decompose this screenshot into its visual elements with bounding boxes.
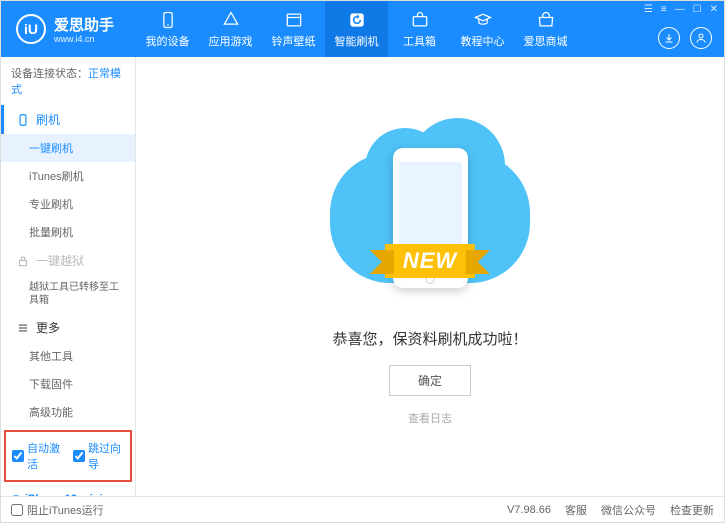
nav-tutorials[interactable]: 教程中心: [451, 1, 514, 57]
app-url: www.i4.cn: [54, 34, 114, 44]
connection-status: 设备连接状态：正常模式: [1, 57, 135, 105]
sidebar-item-other[interactable]: 其他工具: [1, 342, 135, 370]
nav-label: 智能刷机: [335, 33, 379, 49]
section-label: 刷机: [36, 111, 60, 128]
nav-toolbox[interactable]: 工具箱: [388, 1, 451, 57]
section-flash[interactable]: 刷机: [1, 105, 135, 134]
phone-icon: [16, 113, 30, 127]
nav-label: 我的设备: [146, 33, 190, 49]
user-button[interactable]: [690, 27, 712, 49]
nav-label: 铃声壁纸: [272, 33, 316, 49]
new-ribbon: NEW: [385, 244, 475, 278]
nav-label: 爱思商城: [524, 33, 568, 49]
checkbox-label: 跳过向导: [88, 440, 124, 472]
sidebar-item-itunes[interactable]: iTunes刷机: [1, 162, 135, 190]
menu-icon: [16, 321, 30, 335]
service-link[interactable]: 客服: [565, 502, 587, 518]
toolbox-icon: [410, 10, 430, 30]
refresh-icon: [347, 10, 367, 30]
auto-activate-checkbox[interactable]: 自动激活: [12, 440, 63, 472]
options-row: 自动激活 跳过向导: [4, 430, 132, 482]
app-header: iU 爱思助手 www.i4.cn 我的设备 应用游戏 铃声壁纸 智能刷机: [1, 1, 724, 57]
nav-label: 工具箱: [403, 33, 436, 49]
minimize-icon[interactable]: —: [675, 4, 685, 15]
nav-ringtones[interactable]: 铃声壁纸: [262, 1, 325, 57]
menu-icon[interactable]: ☰: [644, 4, 653, 15]
logo-icon: iU: [16, 14, 46, 44]
sidebar-item-oneclick[interactable]: 一键刷机: [1, 134, 135, 162]
maximize-icon[interactable]: ☐: [693, 4, 702, 15]
sidebar-item-advanced[interactable]: 高级功能: [1, 398, 135, 426]
pin-icon[interactable]: ≡: [661, 4, 667, 15]
logo-area: iU 爱思助手 www.i4.cn: [1, 14, 136, 44]
download-icon: [663, 32, 675, 44]
skip-wizard-checkbox[interactable]: 跳过向导: [73, 440, 124, 472]
block-itunes-checkbox[interactable]: 阻止iTunes运行: [11, 502, 104, 518]
device-block[interactable]: iPhone 12 mini 64GB Down-12mini-13,1: [1, 486, 135, 496]
user-icon: [695, 32, 707, 44]
download-button[interactable]: [658, 27, 680, 49]
section-label: 更多: [36, 319, 60, 336]
version-label: V7.98.66: [507, 504, 551, 516]
store-icon: [536, 10, 556, 30]
graduation-icon: [473, 10, 493, 30]
checkbox-label: 自动激活: [27, 440, 63, 472]
jailbreak-note: 越狱工具已转移至工具箱: [1, 275, 135, 313]
conn-label: 设备连接状态：: [11, 68, 88, 80]
nav-apps[interactable]: 应用游戏: [199, 1, 262, 57]
wallpaper-icon: [284, 10, 304, 30]
nav-store[interactable]: 爱思商城: [514, 1, 577, 57]
checkbox-label: 阻止iTunes运行: [27, 502, 104, 518]
success-message: 恭喜您，保资料刷机成功啦！: [332, 328, 527, 349]
view-log-link[interactable]: 查看日志: [408, 410, 452, 426]
apps-icon: [221, 10, 241, 30]
check-update-link[interactable]: 检查更新: [670, 502, 714, 518]
footer: 阻止iTunes运行 V7.98.66 客服 微信公众号 检查更新: [1, 496, 724, 522]
ok-button[interactable]: 确定: [389, 365, 471, 396]
sidebar: 设备连接状态：正常模式 刷机 一键刷机 iTunes刷机 专业刷机 批量刷机 一…: [1, 57, 136, 496]
nav-label: 教程中心: [461, 33, 505, 49]
close-icon[interactable]: ✕: [710, 4, 718, 15]
lock-icon: [16, 254, 30, 268]
app-name: 爱思助手: [54, 14, 114, 35]
main-nav: 我的设备 应用游戏 铃声壁纸 智能刷机 工具箱 教程中心: [136, 1, 577, 57]
sidebar-item-firmware[interactable]: 下载固件: [1, 370, 135, 398]
main-content: NEW 恭喜您，保资料刷机成功啦！ 确定 查看日志: [136, 57, 724, 496]
nav-my-device[interactable]: 我的设备: [136, 1, 199, 57]
phone-icon: [158, 10, 178, 30]
section-more[interactable]: 更多: [1, 313, 135, 342]
wechat-link[interactable]: 微信公众号: [601, 502, 656, 518]
success-illustration: NEW: [330, 128, 530, 308]
nav-label: 应用游戏: [209, 33, 253, 49]
section-label: 一键越狱: [36, 252, 84, 269]
window-controls: ☰ ≡ — ☐ ✕: [644, 4, 718, 15]
nav-flash[interactable]: 智能刷机: [325, 1, 388, 57]
section-jailbreak[interactable]: 一键越狱: [1, 246, 135, 275]
sidebar-item-batch[interactable]: 批量刷机: [1, 218, 135, 246]
sidebar-item-pro[interactable]: 专业刷机: [1, 190, 135, 218]
